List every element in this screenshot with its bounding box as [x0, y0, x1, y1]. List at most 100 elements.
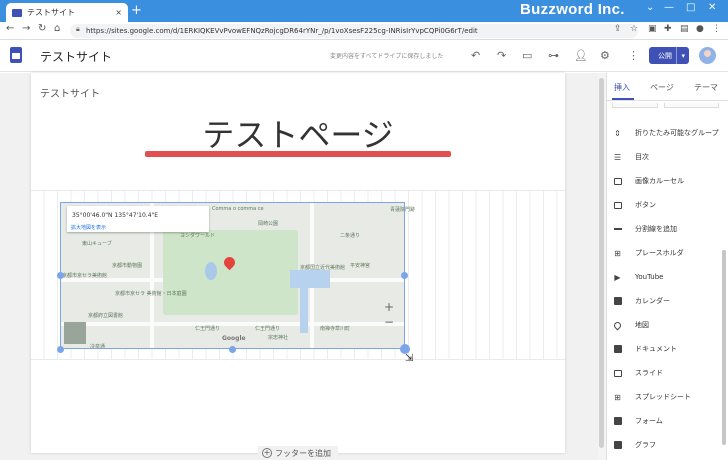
redo-icon[interactable]: ↷ — [497, 49, 506, 62]
insert-slides[interactable]: スライド — [606, 361, 722, 385]
tab-pages[interactable]: ページ — [650, 82, 674, 93]
toc-icon: ☰ — [613, 152, 622, 162]
divider-icon — [613, 225, 622, 234]
settings-icon[interactable]: ⚙ — [600, 49, 610, 62]
docs-icon — [613, 345, 622, 354]
sidepanel-icon[interactable]: ▤ — [680, 24, 689, 34]
insert-item-label: カレンダー — [635, 297, 670, 305]
tab-close-icon[interactable]: × — [115, 8, 122, 17]
panel-tile-top[interactable] — [612, 103, 658, 108]
publish-divider — [676, 47, 678, 64]
resize-handle-left[interactable] — [57, 272, 64, 279]
minimize-icon[interactable]: — — [664, 2, 674, 13]
button-icon — [613, 201, 622, 210]
tab-title: テストサイト — [27, 8, 75, 17]
avatar[interactable] — [699, 47, 716, 64]
add-circle-icon: + — [262, 448, 272, 458]
bookmark-star-icon[interactable]: ☆ — [630, 24, 638, 34]
insert-divider[interactable]: 分割線を追加 — [606, 217, 722, 241]
youtube-icon: ▶ — [614, 272, 621, 282]
forward-icon[interactable]: → — [22, 23, 30, 34]
insert-button[interactable]: ボタン — [606, 193, 722, 217]
panel-scrollbar-thumb[interactable] — [722, 250, 726, 445]
save-status: 変更内容をすべてドライブに保存しました — [330, 53, 444, 60]
placeholder-icon: ⊞ — [614, 248, 621, 258]
home-icon[interactable]: ⌂ — [54, 23, 60, 34]
back-icon[interactable]: ← — [6, 23, 14, 34]
slides-icon — [613, 369, 622, 378]
link-icon[interactable]: ⊶ — [548, 49, 559, 62]
map-selection-border — [60, 202, 405, 349]
add-footer-label: フッターを追加 — [275, 448, 331, 458]
insert-charts[interactable]: グラフ — [606, 433, 722, 457]
calendar-icon — [613, 297, 622, 306]
forms-icon — [613, 417, 622, 426]
charts-icon — [613, 441, 622, 450]
puzzle-icon[interactable]: ✚ — [664, 24, 672, 34]
insert-item-label: 地図 — [635, 321, 649, 329]
reload-icon[interactable]: ↻ — [38, 23, 46, 34]
brand-overlay: Buzzword Inc. — [520, 1, 625, 18]
insert-item-label: スプレッドシート — [635, 393, 691, 401]
resize-handle-bottom[interactable] — [229, 346, 236, 353]
map-icon — [612, 320, 623, 330]
site-name[interactable]: テストサイト — [40, 48, 112, 65]
insert-table-of-contents[interactable]: ☰ 目次 — [606, 145, 722, 169]
maximize-icon[interactable]: □ — [686, 2, 695, 13]
publish-button[interactable]: 公開 ▾ — [649, 47, 689, 64]
insert-item-label: 画像カルーセル — [635, 177, 684, 185]
tab-themes[interactable]: テーマ — [694, 82, 718, 93]
resize-handle-bottom-left[interactable] — [57, 346, 64, 353]
carousel-icon — [613, 177, 622, 186]
undo-icon[interactable]: ↶ — [471, 49, 480, 62]
insert-youtube[interactable]: ▶ YouTube — [606, 265, 722, 289]
tab-insert[interactable]: 挿入 — [614, 82, 630, 93]
insert-calendar[interactable]: カレンダー — [606, 289, 722, 313]
browser-tab[interactable]: テストサイト × — [6, 3, 128, 22]
sites-logo-icon[interactable] — [10, 47, 22, 63]
insert-image-carousel[interactable]: 画像カルーセル — [606, 169, 722, 193]
preview-icon[interactable]: ▭ — [522, 49, 532, 62]
collapsible-icon: ⇕ — [614, 128, 621, 138]
browser-menu-icon[interactable]: ⋮ — [712, 24, 721, 34]
new-tab-button[interactable]: + — [131, 4, 142, 18]
insert-item-label: 折りたたみ可能なグループ — [635, 129, 719, 137]
sheets-icon: ⊞ — [614, 392, 621, 402]
insert-forms[interactable]: フォーム — [606, 409, 722, 433]
publish-dropdown-icon[interactable]: ▾ — [681, 52, 685, 60]
page-header-site-name[interactable]: テストサイト — [40, 85, 100, 100]
insert-item-label: YouTube — [635, 273, 664, 281]
insert-map[interactable]: 地図 — [606, 313, 722, 337]
more-icon[interactable]: ⋮ — [628, 49, 639, 62]
resize-handle-right[interactable] — [401, 272, 408, 279]
window-menu-icon[interactable]: ⌄ — [646, 2, 654, 13]
insert-docs[interactable]: ドキュメント — [606, 337, 722, 361]
insert-item-label: 分割線を追加 — [635, 225, 677, 233]
insert-item-label: フォーム — [635, 417, 663, 425]
panel-divider — [606, 100, 728, 101]
share-page-icon[interactable]: ⇪ — [614, 24, 622, 34]
close-window-icon[interactable]: ✕ — [708, 2, 716, 13]
insert-placeholder[interactable]: ⊞ プレースホルダ — [606, 241, 722, 265]
canvas-scrollbar-thumb[interactable] — [599, 78, 604, 448]
insert-item-label: スライド — [635, 369, 663, 377]
extension-icon[interactable]: ▣ — [648, 24, 657, 34]
insert-item-label: グラフ — [635, 441, 656, 449]
insert-item-label: ドキュメント — [635, 345, 677, 353]
insert-item-label: プレースホルダ — [635, 249, 684, 257]
share-icon[interactable]: 👤︎ — [574, 49, 588, 62]
url-input[interactable]: https://sites.google.com/d/1ERKIQKEVvPvo… — [70, 24, 638, 38]
publish-label: 公開 — [658, 51, 672, 60]
lock-icon[interactable]: 🔒︎ — [76, 25, 80, 34]
insert-item-label: 目次 — [635, 153, 649, 161]
add-footer-button[interactable]: + フッターを追加 — [258, 446, 338, 460]
title-underline — [145, 151, 451, 157]
panel-tile-top[interactable] — [664, 103, 719, 108]
insert-collapsible-group[interactable]: ⇕ 折りたたみ可能なグループ — [606, 121, 722, 145]
insert-item-label: ボタン — [635, 201, 656, 209]
profile-icon[interactable]: ● — [696, 24, 704, 34]
insert-sheets[interactable]: ⊞ スプレッドシート — [606, 385, 722, 409]
page-title[interactable]: テストページ — [31, 110, 565, 156]
resize-cursor-icon: ⇲ — [405, 353, 414, 364]
sites-favicon-icon — [12, 8, 22, 17]
